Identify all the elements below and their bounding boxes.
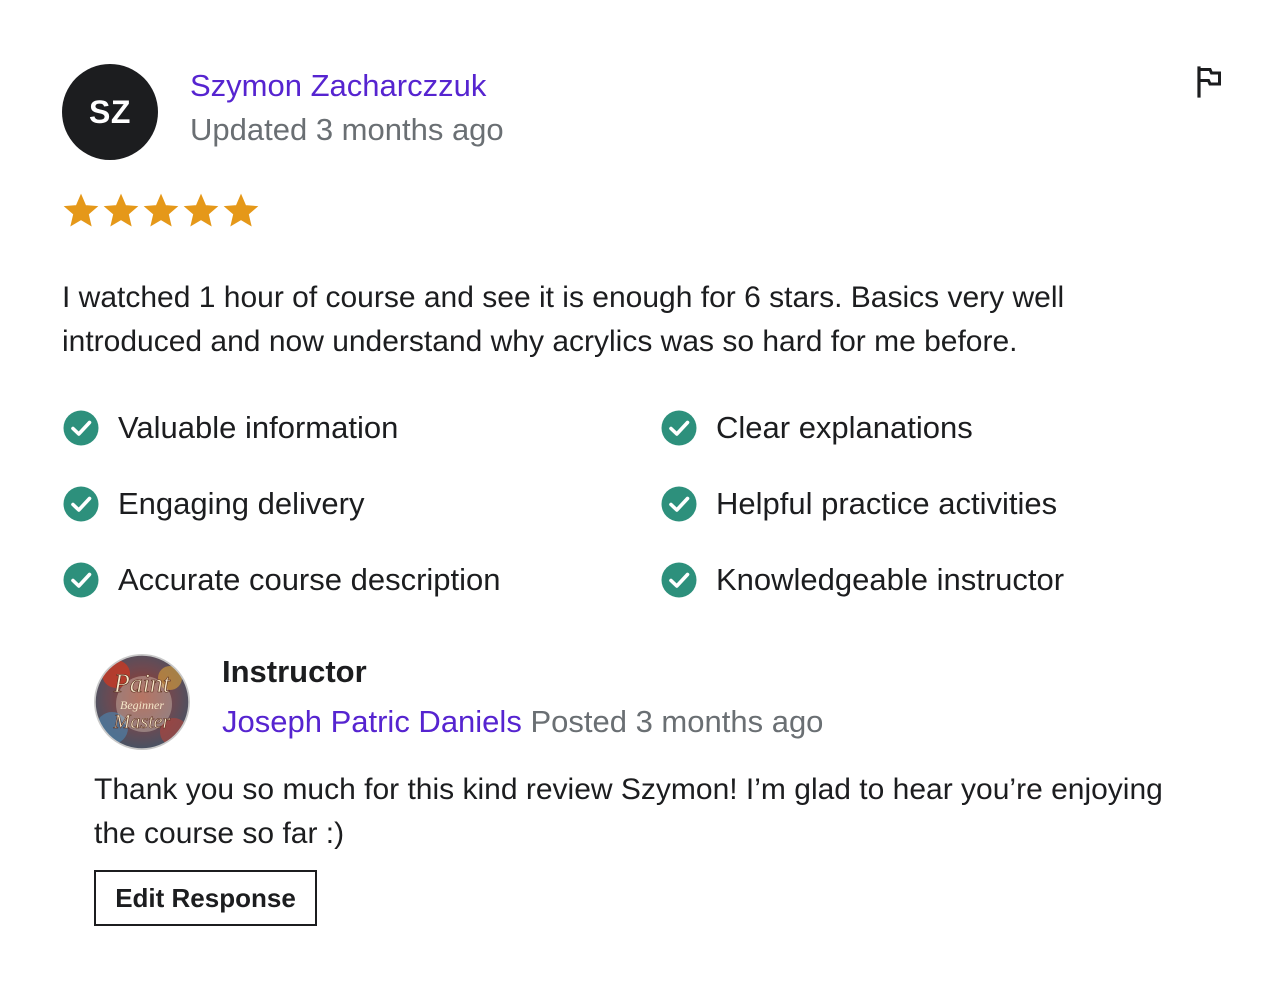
- review-tag: Valuable information: [62, 410, 660, 446]
- review-tag-label: Knowledgeable instructor: [716, 562, 1065, 597]
- review-tag-label: Helpful practice activities: [716, 486, 1058, 521]
- instructor-response-text: Thank you so much for this kind review S…: [94, 773, 1163, 850]
- star-filled-icon: [103, 193, 139, 227]
- check-circle-icon: [63, 410, 99, 446]
- check-circle-icon: [661, 486, 697, 522]
- review-updated-time: Updated 3 months ago: [190, 112, 504, 147]
- star-filled-icon: [223, 193, 259, 227]
- instructor-name[interactable]: Joseph Patric Daniels: [222, 704, 522, 739]
- response-posted-time: Posted 3 months ago: [530, 704, 824, 739]
- instructor-byline: Joseph Patric Daniels Posted 3 months ag…: [222, 704, 823, 740]
- instructor-logo-image: Paint Beginner Master: [94, 654, 190, 750]
- check-circle-icon: [661, 562, 697, 598]
- review-tags: Valuable information Clear explanations En…: [62, 410, 1162, 598]
- report-flag-button[interactable]: [1188, 62, 1228, 102]
- instructor-label: Instructor: [222, 654, 367, 689]
- star-rating: [62, 192, 260, 230]
- review-tag: Knowledgeable instructor: [660, 562, 1160, 598]
- review-tag-label: Valuable information: [118, 410, 399, 445]
- avatar-initials: SZ: [89, 93, 131, 130]
- review-tag: Clear explanations: [660, 410, 1160, 446]
- review-card: SZ Szymon Zacharczzuk Updated 3 months a…: [0, 0, 1286, 986]
- logo-text-line3: Master: [113, 711, 171, 733]
- logo-text-line2: Beginner: [120, 698, 164, 712]
- star-filled-icon: [183, 193, 219, 227]
- star-filled-icon: [63, 193, 99, 227]
- review-tag: Engaging delivery: [62, 486, 660, 522]
- check-circle-icon: [661, 410, 697, 446]
- star-filled-icon: [143, 193, 179, 227]
- logo-text-line1: Paint: [113, 669, 171, 698]
- review-tag-label: Engaging delivery: [118, 486, 365, 521]
- review-tag: Accurate course description: [62, 562, 660, 598]
- review-text: I watched 1 hour of course and see it is…: [62, 281, 1065, 358]
- instructor-avatar: Paint Beginner Master: [94, 654, 190, 750]
- check-circle-icon: [63, 486, 99, 522]
- review-tag-label: Clear explanations: [716, 410, 973, 445]
- reviewer-name[interactable]: Szymon Zacharczzuk: [190, 68, 486, 104]
- edit-response-button[interactable]: Edit Response: [94, 870, 317, 926]
- check-circle-icon: [63, 562, 99, 598]
- reviewer-avatar: SZ: [62, 64, 158, 160]
- flag-icon: [1197, 66, 1221, 98]
- review-tag: Helpful practice activities: [660, 486, 1160, 522]
- review-tag-label: Accurate course description: [118, 562, 501, 597]
